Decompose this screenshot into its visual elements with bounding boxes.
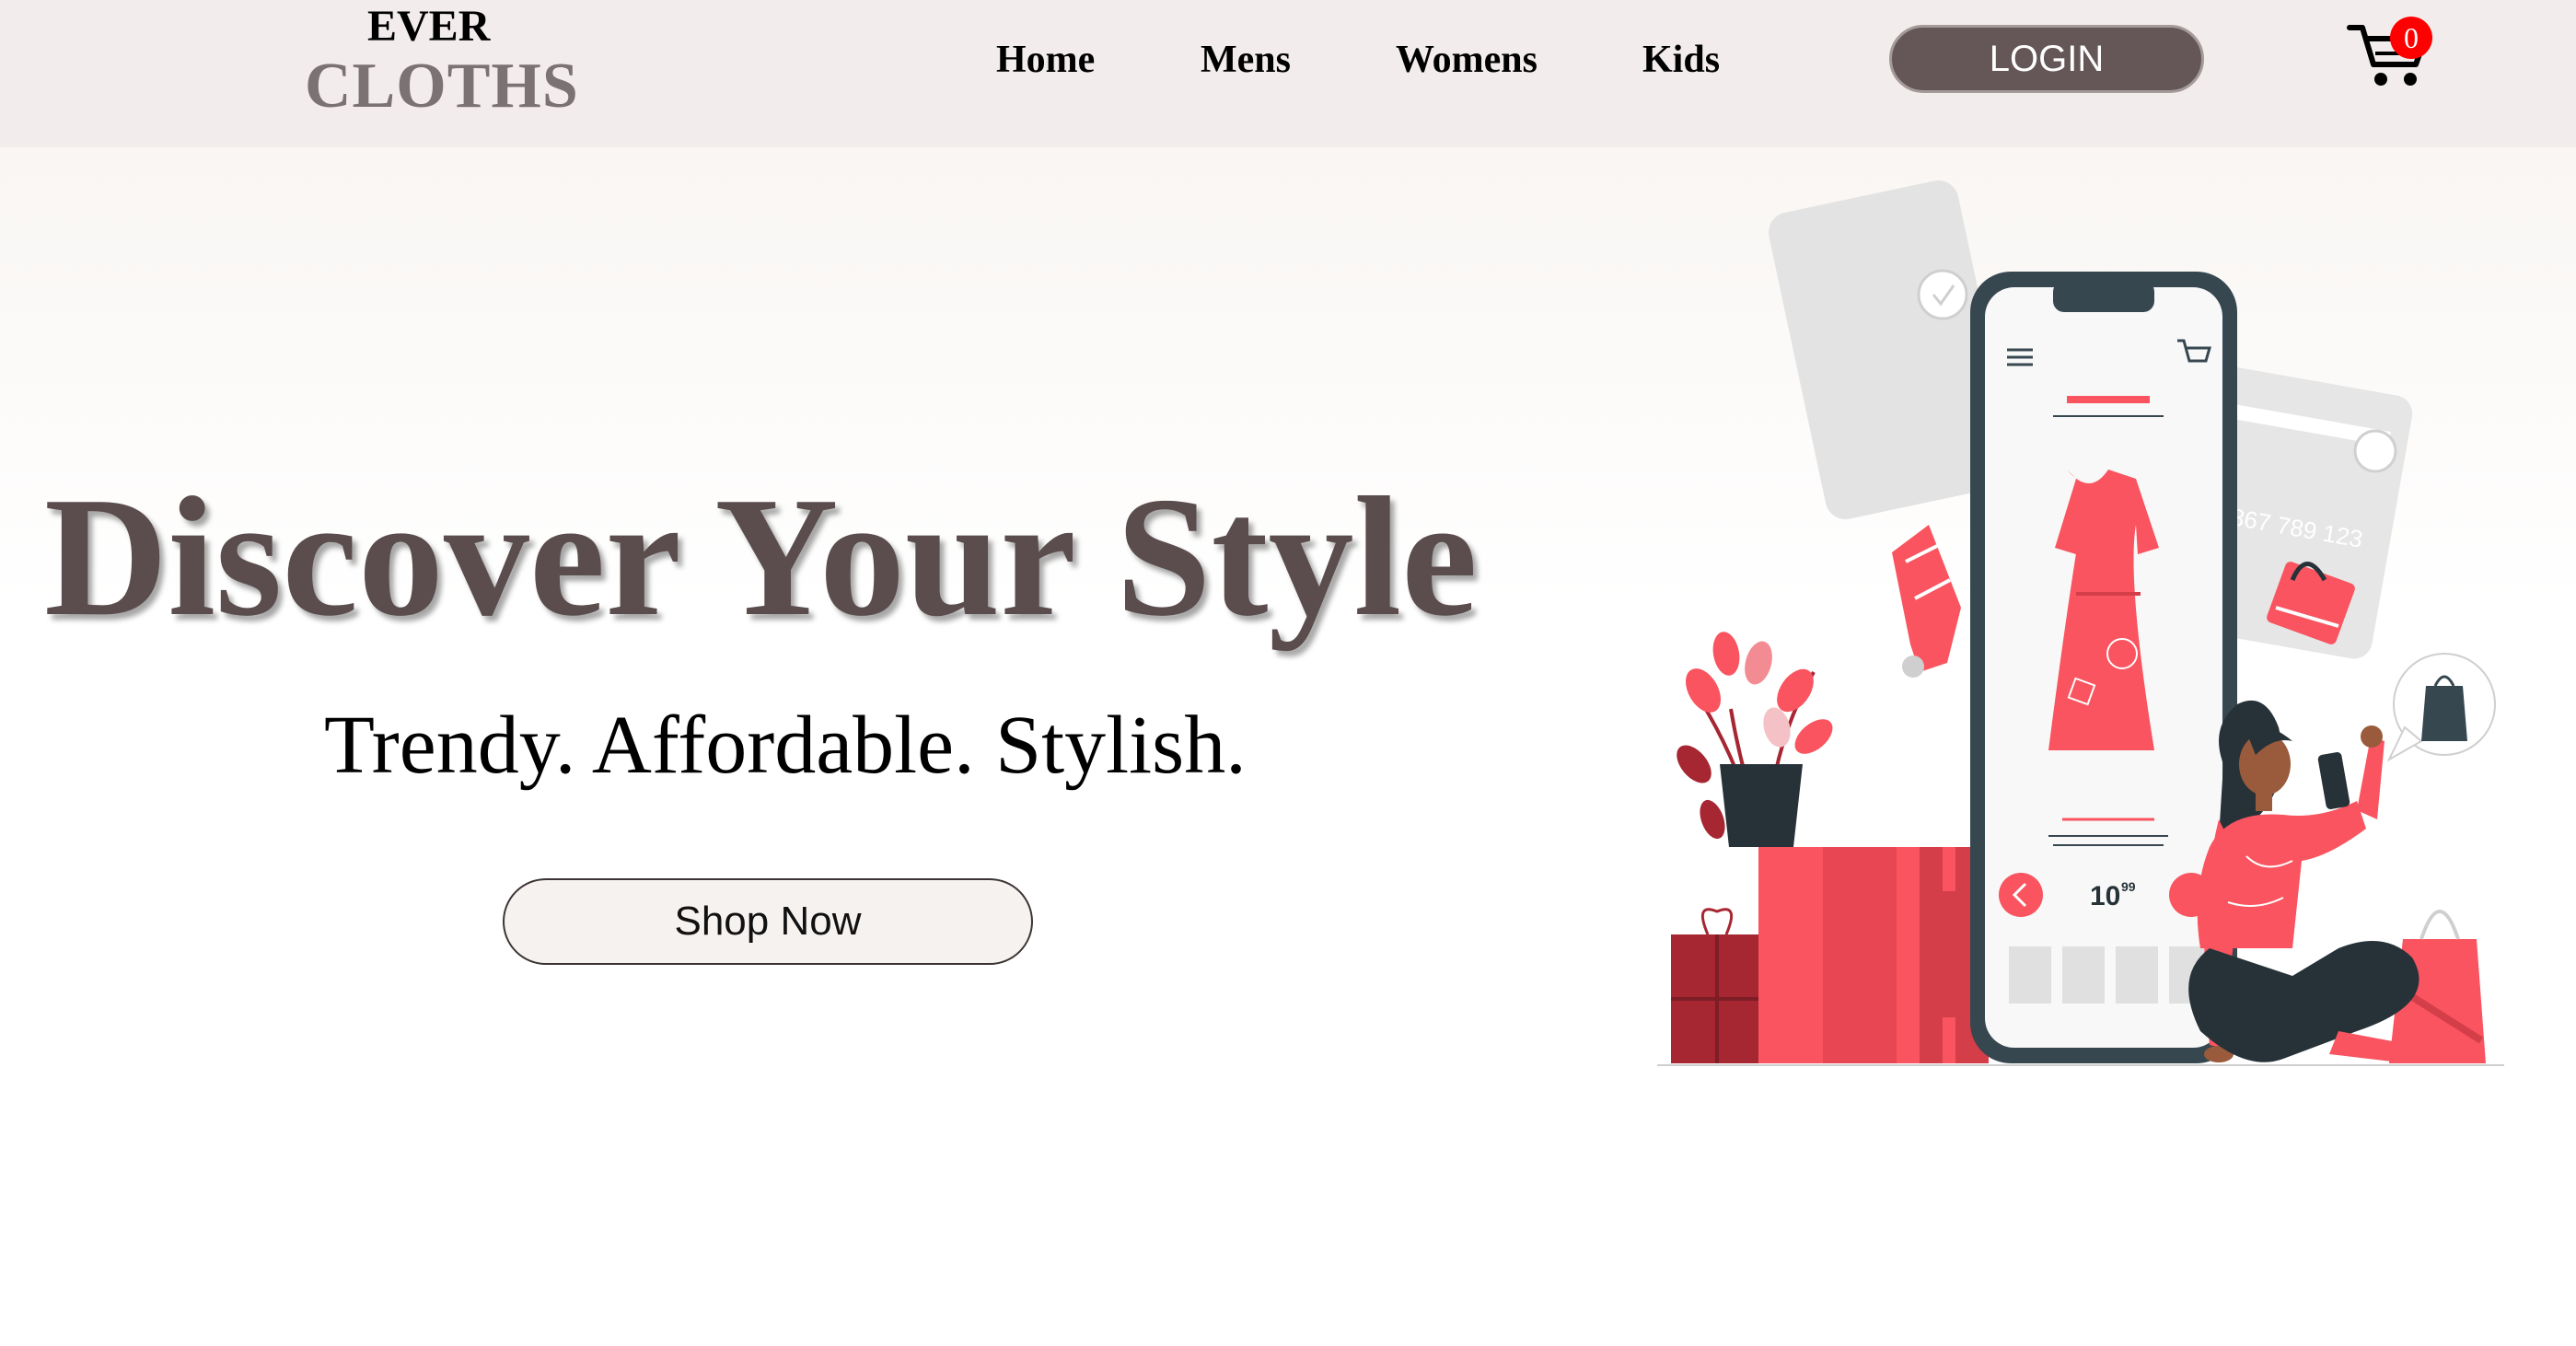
plant-illustration [1677,632,1833,847]
nav-mens[interactable]: Mens [1201,35,1291,85]
sock-illustration [1892,525,1961,678]
nav-kids[interactable]: Kids [1642,35,1720,85]
login-button[interactable]: LOGIN [1889,25,2204,93]
logo-line1[interactable]: EVER [367,0,490,53]
price-cents: 99 [2121,879,2136,894]
nav-home[interactable]: Home [996,35,1095,85]
online-shopping-illustration: 56 367 789 123 10 99 [1657,175,2504,1077]
hero-headline: Discover Your Style [44,462,1478,652]
gift-box-illustration [1671,908,1763,1063]
nav-womens[interactable]: Womens [1396,35,1537,85]
cart-count-badge: 0 [2390,17,2432,59]
woman-shopping-illustration [2188,700,2419,1063]
logo-line2[interactable]: CLOTHS [305,50,579,123]
chat-bubble-bag-icon [2386,653,2496,762]
shop-now-button[interactable]: Shop Now [503,878,1033,965]
navbar: EVER CLOTHS Home Mens Womens Kids LOGIN … [0,0,2576,147]
phone-illustration: 10 99 [1970,272,2237,1063]
price-main: 10 [2090,881,2120,911]
box-illustration [1758,847,1989,1063]
hero-tagline: Trendy. Affordable. Stylish. [324,700,1247,791]
